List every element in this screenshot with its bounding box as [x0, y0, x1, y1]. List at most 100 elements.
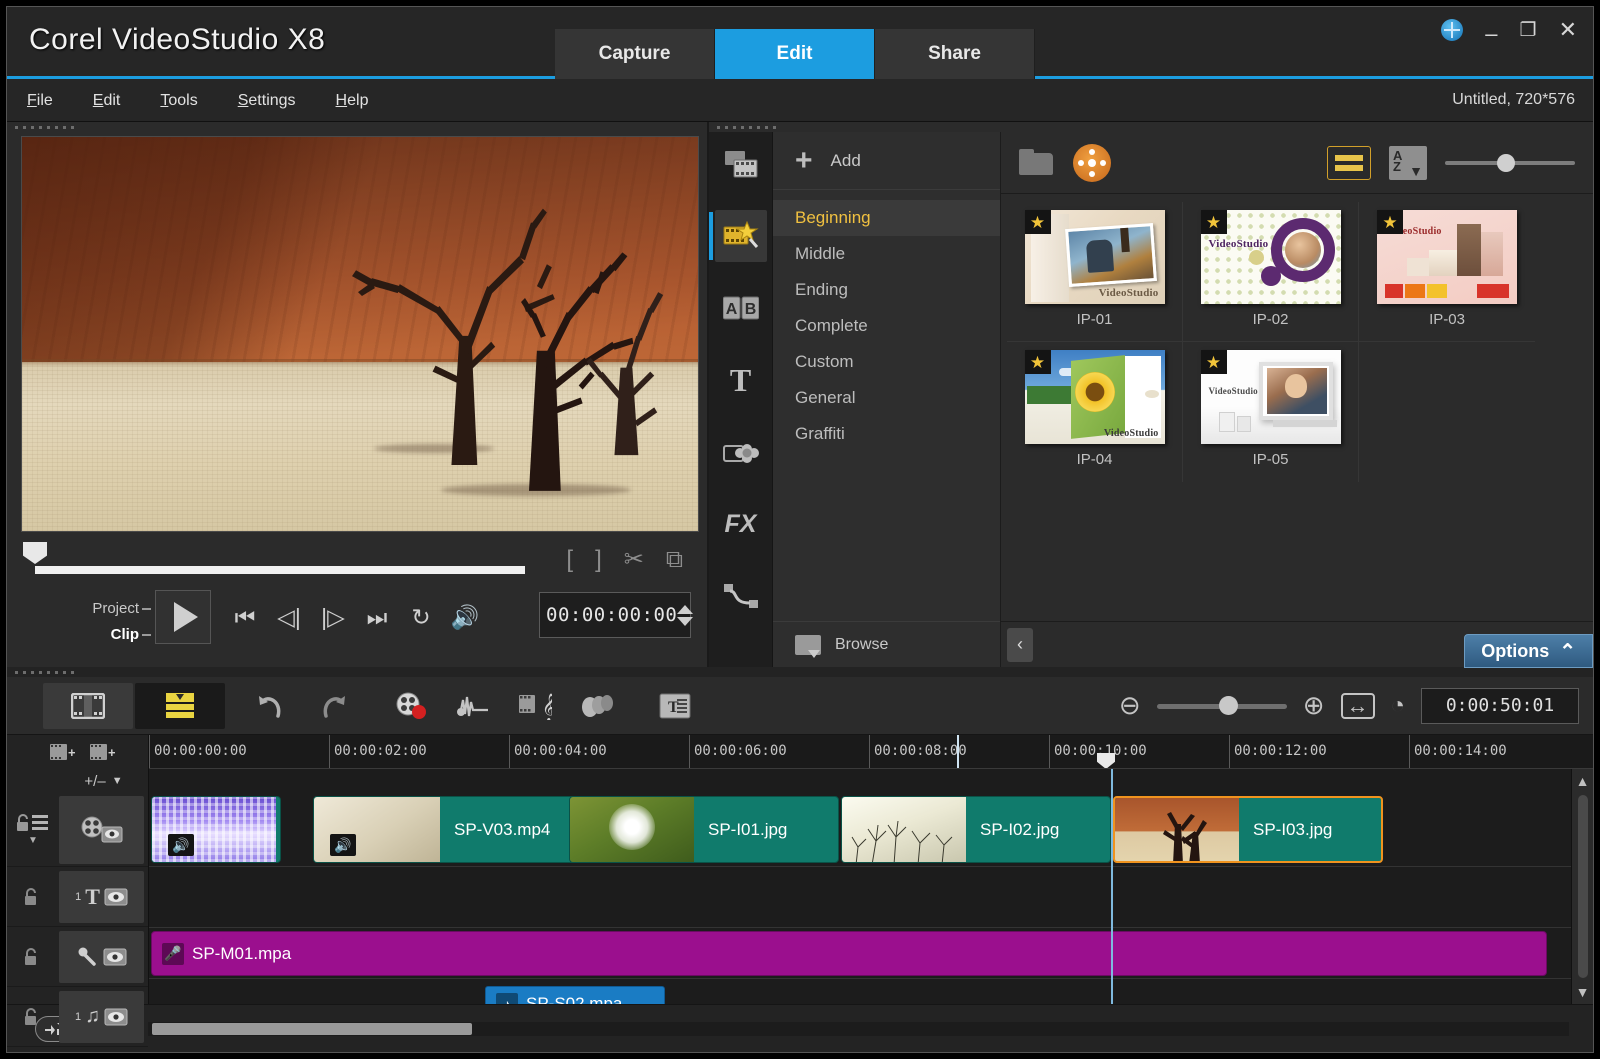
list-view-icon[interactable] [1327, 146, 1371, 180]
category-custom[interactable]: Custom [773, 344, 1000, 380]
menu-tools[interactable]: Tools [140, 79, 217, 122]
timeline-clip-music[interactable]: ♪ SP-S02.mpa [485, 986, 665, 1004]
title-track-icon[interactable]: 1 T [59, 871, 144, 923]
tab-share[interactable]: Share [875, 29, 1035, 79]
voice-track-lane[interactable]: 🎤 SP-M01.mpa [149, 929, 1593, 979]
fit-to-window-icon[interactable]: ↔ [1341, 693, 1375, 719]
track-collapse-icon[interactable]: ▼ [28, 835, 38, 846]
timeline-vertical-scrollbar[interactable]: ▲ ▼ [1571, 769, 1593, 1004]
music-track-icon[interactable]: 1 ♫ [59, 991, 144, 1043]
timeline-clip[interactable]: SP-I01.jpg [569, 796, 839, 863]
timeline-clip-selected[interactable]: SP-I03.jpg [1113, 796, 1383, 863]
timeline-playhead[interactable] [1111, 769, 1113, 1004]
storyboard-view-button[interactable] [43, 683, 133, 729]
music-track-lane[interactable]: ♪ SP-S02.mpa [149, 980, 1593, 1004]
library-item-ip-04[interactable]: VideoStudio ★ IP-04 [1007, 342, 1183, 482]
category-complete[interactable]: Complete [773, 308, 1000, 344]
record-capture-button[interactable] [381, 683, 441, 729]
tab-edit[interactable]: Edit [715, 29, 875, 79]
menu-edit[interactable]: Edit [73, 79, 141, 122]
repeat-button[interactable]: ↻ [401, 598, 441, 636]
browse-button[interactable]: Browse [773, 621, 1000, 667]
timecode-stepper[interactable] [677, 605, 693, 626]
next-frame-button[interactable]: |▷ [313, 598, 353, 636]
preview-screen[interactable] [21, 136, 699, 532]
scroll-up-icon[interactable]: ▲ [1576, 773, 1590, 789]
import-media-icon[interactable] [1019, 149, 1055, 177]
vertical-scroll-thumb[interactable] [1578, 795, 1588, 978]
zoom-slider-knob[interactable] [1497, 154, 1515, 172]
collapse-panel-icon[interactable]: ‹ [1007, 628, 1033, 662]
instant-project-icon[interactable] [715, 210, 767, 262]
timeline-duration[interactable]: 0:00:50:01 [1421, 688, 1579, 724]
color-wheel-icon[interactable] [1073, 144, 1111, 182]
zoom-in-icon[interactable]: ⊕ [1303, 690, 1325, 721]
ruler-playhead[interactable] [957, 735, 959, 768]
library-item-ip-03[interactable]: VideoStudio ★ IP-03 [1359, 202, 1535, 342]
graphic-icon[interactable] [715, 426, 767, 478]
audio-mixer-button[interactable] [443, 683, 503, 729]
transition-icon[interactable]: A B [715, 282, 767, 334]
player-timecode[interactable]: 00:00:00:00 [539, 592, 691, 638]
scroll-down-icon[interactable]: ▼ [1576, 984, 1590, 1000]
redo-button[interactable] [303, 683, 363, 729]
timeline-clip[interactable]: SP-V03.mp4 🔊 [313, 796, 577, 863]
timeline-grip[interactable] [7, 667, 1593, 677]
player-mode-project[interactable]: Project [47, 596, 139, 622]
preview-scrubber[interactable]: [ ] ✂ ⧉ [21, 542, 693, 578]
insert-track-icon[interactable]: + [45, 739, 79, 765]
menu-settings[interactable]: Settings [218, 79, 316, 122]
timeline-clip[interactable]: SP-I02.jpg [841, 796, 1111, 863]
end-button[interactable]: ⏭ [357, 598, 397, 636]
timeline-clip[interactable]: SP 🔊 [151, 796, 281, 863]
options-button[interactable]: Options ⌃ [1464, 634, 1593, 668]
clock-icon[interactable]: ◔ [1391, 692, 1406, 720]
tracks-canvas[interactable]: SP 🔊 SP-V03.mp4 🔊 [149, 769, 1593, 1004]
player-mode-clip[interactable]: Clip [47, 622, 139, 648]
library-item-ip-05[interactable]: VideoStudio ★ IP-05 [1183, 342, 1359, 482]
voice-track-icon[interactable] [59, 931, 144, 983]
category-ending[interactable]: Ending [773, 272, 1000, 308]
close-icon[interactable]: ✕ [1559, 19, 1577, 41]
zoom-out-icon[interactable]: ⊖ [1119, 690, 1141, 721]
library-item-ip-02[interactable]: VideoStudio ★ IP-02 [1183, 202, 1359, 342]
library-thumbnail-size-slider[interactable] [1445, 152, 1575, 174]
scrubber-handle[interactable] [23, 542, 47, 564]
menu-help[interactable]: Help [316, 79, 389, 122]
track-manager-button[interactable]: +/– ▼ [59, 769, 148, 793]
category-graffiti[interactable]: Graffiti [773, 416, 1000, 452]
corel-logo-icon[interactable] [1441, 19, 1463, 41]
filter-icon[interactable]: FX [715, 498, 767, 550]
volume-button[interactable]: 🔊 [445, 598, 485, 636]
sort-az-icon[interactable]: A Z ▼ [1389, 146, 1427, 180]
category-beginning[interactable]: Beginning [773, 200, 1000, 236]
motion-tracking-button[interactable] [567, 683, 627, 729]
tab-capture[interactable]: Capture [555, 29, 715, 79]
scrubber-track[interactable] [35, 566, 525, 574]
menu-file[interactable]: FFileile [7, 79, 73, 122]
title-track-lane[interactable] [149, 868, 1593, 928]
mark-in-icon[interactable]: [ [566, 548, 573, 572]
undo-button[interactable] [241, 683, 301, 729]
video-track-lock[interactable]: ▼ [7, 813, 59, 846]
add-button[interactable]: + Add [773, 132, 1000, 190]
video-track-icon[interactable] [59, 796, 144, 864]
timeline-view-button[interactable] [135, 683, 225, 729]
timeline-horizontal-scrollbar[interactable] [148, 1022, 1569, 1036]
capture-snapshot-icon[interactable]: ⧉ [666, 548, 683, 572]
minimize-icon[interactable]: – [1485, 23, 1497, 45]
library-grip[interactable] [709, 122, 1593, 132]
timeline-ruler[interactable]: 00:00:00:00 00:00:02:00 00:00:04:00 00:0… [149, 735, 1593, 769]
category-general[interactable]: General [773, 380, 1000, 416]
voice-track-lock[interactable] [7, 947, 59, 967]
play-button[interactable] [155, 590, 211, 644]
library-item-ip-01[interactable]: VideoStudio ★ IP-01 [1007, 202, 1183, 342]
video-track-lane[interactable]: SP 🔊 SP-V03.mp4 🔊 [149, 793, 1593, 867]
mark-out-icon[interactable]: ] [595, 548, 602, 572]
path-icon[interactable] [715, 570, 767, 622]
media-icon[interactable] [715, 138, 767, 190]
music-track-lock[interactable] [7, 1007, 59, 1027]
horizontal-scroll-thumb[interactable] [152, 1023, 472, 1035]
auto-music-button[interactable]: 𝄞 [505, 683, 565, 729]
previous-frame-button[interactable]: ◁| [269, 598, 309, 636]
